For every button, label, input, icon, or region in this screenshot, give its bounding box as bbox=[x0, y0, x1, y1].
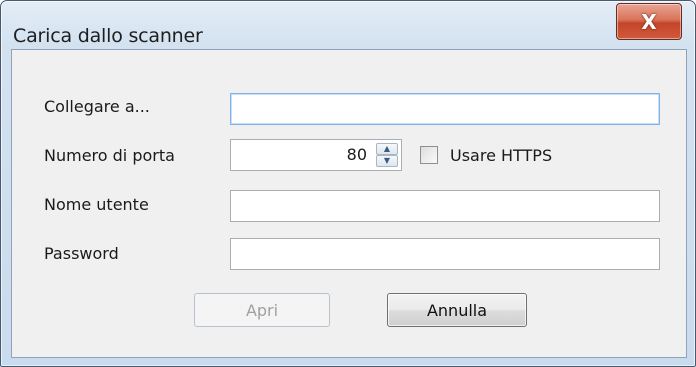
port-stepper[interactable]: 80 ▲ ▼ bbox=[230, 139, 402, 171]
close-button[interactable]: X bbox=[616, 3, 682, 40]
username-label: Nome utente bbox=[44, 195, 149, 214]
close-icon: X bbox=[641, 9, 657, 34]
password-label: Password bbox=[44, 244, 119, 263]
connect-field[interactable] bbox=[230, 93, 660, 125]
dialog-window: Carica dallo scanner X Collegare a... Nu… bbox=[0, 0, 696, 367]
port-value: 80 bbox=[346, 145, 367, 164]
https-checkbox[interactable] bbox=[420, 146, 438, 164]
window-title: Carica dallo scanner bbox=[13, 25, 203, 47]
port-label: Numero di porta bbox=[44, 146, 175, 165]
password-field[interactable] bbox=[230, 238, 660, 270]
https-label: Usare HTTPS bbox=[450, 146, 553, 165]
dialog-body: Collegare a... Numero di porta 80 ▲ ▼ Us… bbox=[11, 49, 687, 358]
cancel-button[interactable]: Annulla bbox=[387, 293, 527, 327]
username-field[interactable] bbox=[230, 190, 660, 222]
open-button[interactable]: Apri bbox=[194, 293, 330, 327]
spin-up-icon[interactable]: ▲ bbox=[376, 143, 398, 155]
port-spin-buttons: ▲ ▼ bbox=[376, 143, 398, 167]
connect-label: Collegare a... bbox=[44, 97, 150, 116]
spin-down-icon[interactable]: ▼ bbox=[376, 155, 398, 167]
